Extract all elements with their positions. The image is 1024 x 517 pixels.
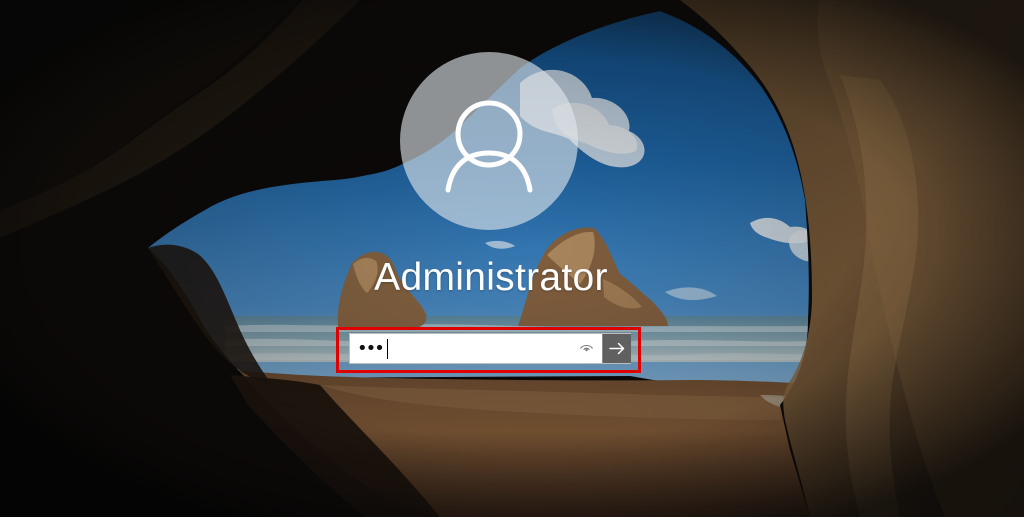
password-input-container[interactable]: ••• bbox=[349, 333, 631, 364]
user-silhouette-icon bbox=[445, 100, 533, 193]
arrow-right-icon bbox=[609, 342, 625, 355]
account-name: Administrator bbox=[374, 256, 608, 299]
submit-button[interactable] bbox=[602, 334, 631, 363]
text-caret bbox=[387, 339, 388, 359]
password-field[interactable]: ••• bbox=[357, 336, 577, 361]
user-avatar bbox=[400, 52, 578, 230]
windows-login-screen: Administrator ••• bbox=[0, 0, 1024, 517]
eye-icon[interactable] bbox=[579, 342, 594, 355]
